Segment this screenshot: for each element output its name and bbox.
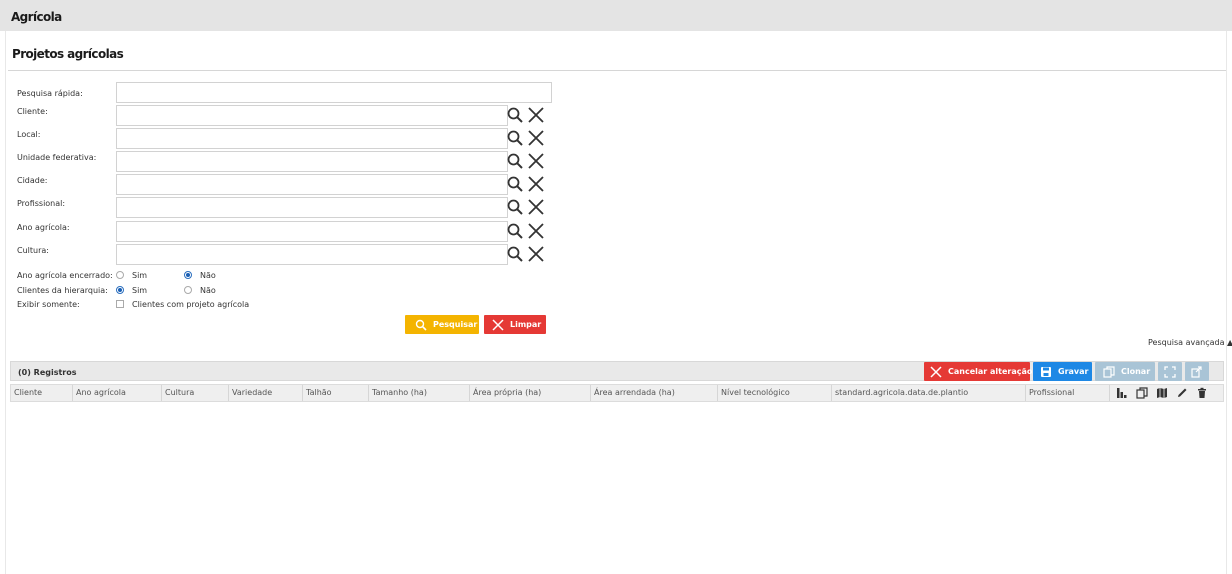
col-ano-agricola[interactable]: Ano agrícola [73,385,162,401]
profissional-clear-icon[interactable] [527,198,545,216]
hierarquia-sim-label: Sim [132,286,148,295]
ano-agricola-search-icon[interactable] [506,222,524,240]
clientes-projeto-label: Clientes com projeto agrícola [132,300,250,309]
local-label: Local: [17,130,41,139]
map-icon[interactable] [1156,387,1168,399]
ano-agricola-label: Ano agrícola: [17,223,70,232]
record-count: (0) Registros [18,368,77,377]
ano-agricola-clear-icon[interactable] [527,222,545,240]
col-talhao[interactable]: Talhão [303,385,369,401]
export-icon [1191,365,1202,378]
ano-encerrado-sim-radio[interactable] [116,271,124,279]
uf-input[interactable] [116,151,508,172]
app-header: Agrícola [0,0,1232,31]
save-icon [1041,366,1051,377]
cliente-input[interactable] [116,105,508,126]
gravar-label: Gravar [1058,367,1089,376]
hierarquia-sim-radio[interactable] [116,286,124,294]
col-cultura[interactable]: Cultura [162,385,229,401]
limpar-button[interactable]: Limpar [484,315,546,334]
cancelar-alteracao-button[interactable]: Cancelar alteração [924,362,1033,381]
cliente-search-icon[interactable] [506,106,524,124]
col-profissional[interactable]: Profissional [1026,385,1110,401]
ano-encerrado-label: Ano agrícola encerrado: [17,271,113,280]
uf-clear-icon[interactable] [527,152,545,170]
page-title: Projetos agrícolas [12,47,124,61]
uf-search-icon[interactable] [506,152,524,170]
clientes-projeto-checkbox[interactable] [116,300,124,308]
col-tamanho[interactable]: Tamanho (ha) [369,385,470,401]
cultura-search-icon[interactable] [506,245,524,263]
hierarquia-nao-radio[interactable] [184,286,192,294]
title-divider [8,70,1226,71]
copy-row-icon[interactable] [1136,387,1148,399]
local-clear-icon[interactable] [527,129,545,147]
cultura-clear-icon[interactable] [527,245,545,263]
ano-encerrado-nao-radio[interactable] [184,271,192,279]
cancelar-alteracao-label: Cancelar alteração [948,367,1033,376]
close-icon [930,365,942,378]
cidade-label: Cidade: [17,176,48,185]
cliente-label: Cliente: [17,107,48,116]
uf-label: Unidade federativa: [17,153,97,162]
local-input[interactable] [116,128,508,149]
export-button[interactable] [1185,362,1209,381]
cliente-clear-icon[interactable] [527,106,545,124]
gravar-button[interactable]: Gravar [1033,362,1092,381]
fullscreen-button[interactable] [1158,362,1182,381]
cultura-label: Cultura: [17,246,49,255]
page-content: Projetos agrícolas Pesquisa rápida: Clie… [5,31,1232,574]
search-icon [415,319,427,331]
clonar-button[interactable]: Clonar [1095,362,1155,381]
cidade-clear-icon[interactable] [527,175,545,193]
hierarquia-nao-label: Não [200,286,216,295]
profissional-search-icon[interactable] [506,198,524,216]
ano-encerrado-sim-label: Sim [132,271,148,280]
col-data-plantio[interactable]: standard.agricola.data.de.plantio [832,385,1026,401]
col-cliente[interactable]: Cliente [11,385,73,401]
quick-search-label: Pesquisa rápida: [17,89,83,98]
grid-column-header: Cliente Ano agrícola Cultura Variedade T… [10,384,1224,402]
clonar-label: Clonar [1121,367,1151,376]
pesquisar-label: Pesquisar [433,320,478,329]
local-search-icon[interactable] [506,129,524,147]
clear-icon [492,318,504,331]
cultura-input[interactable] [116,244,508,265]
fullscreen-icon [1164,365,1176,378]
ano-agricola-input[interactable] [116,221,508,242]
advanced-search-link[interactable]: Pesquisa avançada ▲ [1148,338,1232,347]
quick-search-input[interactable] [116,82,552,103]
col-area-propria[interactable]: Área própria (ha) [470,385,591,401]
ano-encerrado-nao-label: Não [200,271,216,280]
col-nivel-tecnologico[interactable]: Nível tecnológico [718,385,832,401]
exibir-somente-label: Exibir somente: [17,300,80,309]
profissional-label: Profissional: [17,199,66,208]
col-variedade[interactable]: Variedade [229,385,303,401]
delete-icon[interactable] [1196,387,1208,399]
bar-chart-icon[interactable] [1116,387,1128,399]
cidade-search-icon[interactable] [506,175,524,193]
hierarquia-label: Clientes da hierarquia: [17,286,108,295]
profissional-input[interactable] [116,197,508,218]
app-title: Agrícola [11,10,62,24]
copy-icon [1103,365,1115,378]
cidade-input[interactable] [116,174,508,195]
col-area-arrendada[interactable]: Área arrendada (ha) [591,385,718,401]
limpar-label: Limpar [510,320,542,329]
pesquisar-button[interactable]: Pesquisar [405,315,479,334]
edit-icon[interactable] [1176,387,1188,399]
